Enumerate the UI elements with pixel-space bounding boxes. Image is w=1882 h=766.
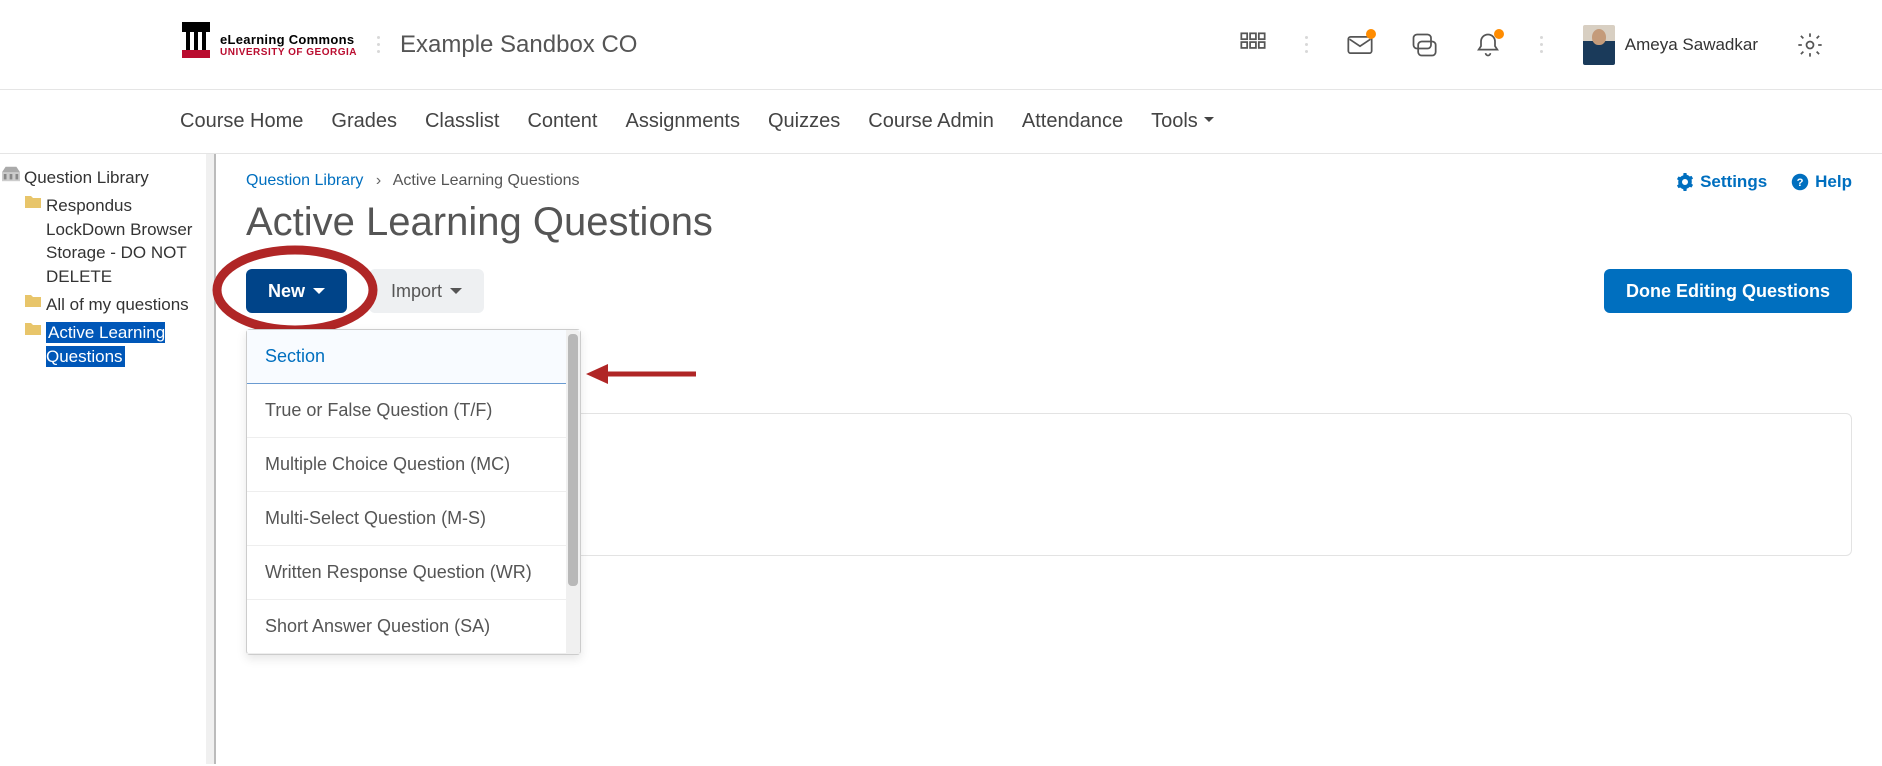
menu-item-multiple-choice[interactable]: Multiple Choice Question (MC) bbox=[247, 438, 580, 492]
chevron-down-icon bbox=[450, 288, 462, 300]
page-title: Active Learning Questions bbox=[246, 200, 1852, 245]
uga-logo-icon bbox=[180, 22, 212, 67]
divider-dots bbox=[1540, 36, 1543, 53]
menu-item-multi-select[interactable]: Multi-Select Question (M-S) bbox=[247, 492, 580, 546]
menu-item-short-answer[interactable]: Short Answer Question (SA) bbox=[247, 600, 580, 654]
nav-quizzes[interactable]: Quizzes bbox=[768, 110, 840, 133]
new-button[interactable]: New bbox=[246, 269, 347, 313]
notifications-icon[interactable] bbox=[1468, 25, 1508, 65]
app-switcher-icon[interactable] bbox=[1233, 25, 1273, 65]
notification-dot bbox=[1494, 29, 1504, 39]
avatar[interactable] bbox=[1583, 25, 1615, 65]
nav-classlist[interactable]: Classlist bbox=[425, 110, 499, 133]
messages-icon[interactable] bbox=[1340, 25, 1380, 65]
dropdown-scroll-thumb[interactable] bbox=[568, 334, 578, 586]
breadcrumb-link-question-library[interactable]: Question Library bbox=[246, 172, 363, 189]
course-nav: Course Home Grades Classlist Content Ass… bbox=[0, 90, 1882, 154]
nav-assignments[interactable]: Assignments bbox=[626, 110, 741, 133]
user-name[interactable]: Ameya Sawadkar bbox=[1625, 35, 1758, 55]
help-icon: ? bbox=[1791, 173, 1809, 191]
top-bar: eLearning Commons UNIVERSITY OF GEORGIA … bbox=[0, 0, 1882, 90]
main-content: Question Library › Active Learning Quest… bbox=[216, 154, 1882, 764]
menu-item-true-false[interactable]: True or False Question (T/F) bbox=[247, 384, 580, 438]
nav-content[interactable]: Content bbox=[527, 110, 597, 133]
menu-item-section[interactable]: Section bbox=[247, 330, 580, 384]
import-button[interactable]: Import bbox=[369, 269, 484, 313]
subscriptions-icon[interactable] bbox=[1404, 25, 1444, 65]
new-dropdown-menu: Section True or False Question (T/F) Mul… bbox=[246, 329, 581, 655]
divider-dots bbox=[377, 36, 380, 53]
help-link[interactable]: ? Help bbox=[1791, 172, 1852, 192]
menu-item-written-response[interactable]: Written Response Question (WR) bbox=[247, 546, 580, 600]
nav-grades[interactable]: Grades bbox=[331, 110, 397, 133]
folder-icon bbox=[24, 293, 42, 307]
chevron-down-icon bbox=[313, 288, 325, 300]
sidebar-item-all-questions[interactable]: All of my questions bbox=[46, 293, 189, 317]
sidebar-root[interactable]: Question Library bbox=[24, 166, 149, 190]
notification-dot bbox=[1366, 29, 1376, 39]
folder-icon bbox=[24, 194, 42, 208]
question-library-sidebar: Question Library Respondus LockDown Brow… bbox=[0, 154, 216, 764]
nav-attendance[interactable]: Attendance bbox=[1022, 110, 1123, 133]
svg-text:?: ? bbox=[1797, 177, 1804, 189]
nav-course-home[interactable]: Course Home bbox=[180, 110, 303, 133]
nav-course-admin[interactable]: Course Admin bbox=[868, 110, 994, 133]
annotation-arrow bbox=[586, 359, 696, 394]
library-icon bbox=[2, 166, 20, 182]
sidebar-item-active-learning[interactable]: Active Learning Questions bbox=[46, 321, 210, 369]
action-row: New Import Done Editing Questions Sectio… bbox=[246, 269, 1852, 313]
folder-icon bbox=[24, 321, 42, 335]
sidebar-scrollbar[interactable] bbox=[206, 154, 214, 764]
breadcrumb-separator: › bbox=[376, 172, 381, 189]
org-logo-text: eLearning Commons UNIVERSITY OF GEORGIA bbox=[220, 32, 357, 58]
sidebar-item-respondus[interactable]: Respondus LockDown Browser Storage - DO … bbox=[46, 194, 210, 289]
gear-icon bbox=[1676, 173, 1694, 191]
org-logo-block[interactable]: eLearning Commons UNIVERSITY OF GEORGIA bbox=[180, 22, 357, 67]
breadcrumb-current: Active Learning Questions bbox=[393, 172, 580, 189]
course-title[interactable]: Example Sandbox CO bbox=[400, 31, 637, 59]
settings-link[interactable]: Settings bbox=[1676, 172, 1767, 192]
nav-tools[interactable]: Tools bbox=[1151, 110, 1214, 133]
gear-icon[interactable] bbox=[1790, 25, 1830, 65]
done-editing-button[interactable]: Done Editing Questions bbox=[1604, 269, 1852, 313]
divider-dots bbox=[1305, 36, 1308, 53]
breadcrumb: Question Library › Active Learning Quest… bbox=[246, 172, 1852, 190]
